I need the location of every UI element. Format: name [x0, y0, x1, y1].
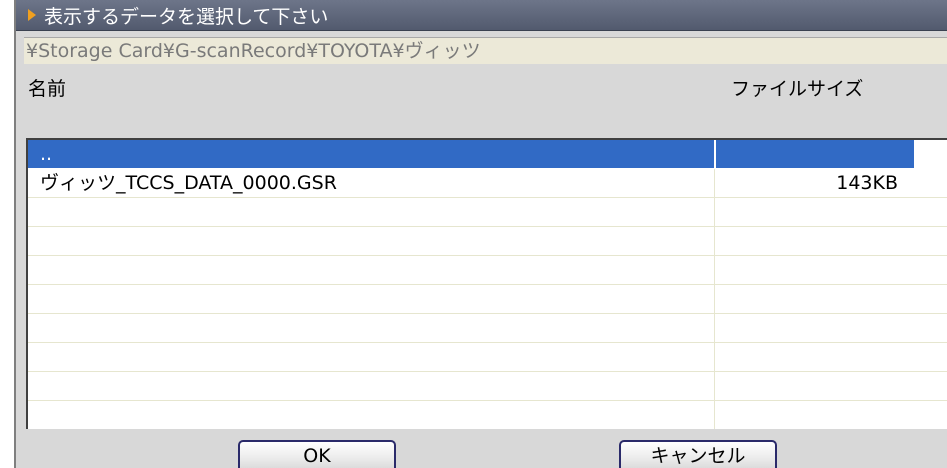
dialog-title: 表示するデータを選択して下さい — [44, 5, 329, 28]
dialog-title-bar: 表示するデータを選択して下さい — [16, 0, 947, 31]
file-size-cell — [714, 140, 914, 168]
file-size-cell — [714, 314, 914, 342]
file-list-row[interactable] — [28, 198, 947, 227]
column-header-name[interactable]: 名前 — [28, 74, 66, 138]
file-select-dialog: 表示するデータを選択して下さい ¥Storage Card¥G-scanReco… — [14, 0, 947, 468]
file-name-cell — [28, 314, 714, 342]
column-header-size[interactable]: ファイルサイズ — [731, 74, 863, 138]
ok-button[interactable]: OK — [238, 440, 396, 468]
file-list-row[interactable] — [28, 285, 947, 314]
file-size-cell — [714, 227, 914, 255]
file-size-cell — [714, 372, 914, 400]
file-size-cell — [714, 401, 914, 429]
file-list-row[interactable] — [28, 401, 947, 429]
file-size-cell — [714, 198, 914, 226]
file-name-cell: .. — [28, 140, 714, 168]
file-name-cell: ヴィッツ_TCCS_DATA_0000.GSR — [40, 172, 337, 194]
play-arrow-icon — [28, 9, 36, 21]
file-list-row[interactable] — [28, 343, 947, 372]
file-list-row[interactable]: ヴィッツ_TCCS_DATA_0000.GSR 143KB — [28, 169, 947, 198]
file-size-cell — [714, 285, 914, 313]
file-name-cell — [28, 372, 714, 400]
file-name-cell — [28, 198, 714, 226]
file-list-row[interactable] — [28, 256, 947, 285]
file-list-row[interactable] — [28, 314, 947, 343]
file-size-cell: 143KB — [714, 169, 914, 197]
file-name-cell — [28, 285, 714, 313]
file-list-row[interactable]: .. — [28, 140, 947, 169]
file-name-cell — [28, 227, 714, 255]
current-path-field: ¥Storage Card¥G-scanRecord¥TOYOTA¥ヴィッツ — [24, 37, 947, 64]
file-name-cell — [28, 401, 714, 429]
file-name-cell — [28, 256, 714, 284]
file-list-row[interactable] — [28, 227, 947, 256]
file-list-row[interactable] — [28, 372, 947, 401]
file-size-cell — [714, 256, 914, 284]
file-list[interactable]: .. ヴィッツ_TCCS_DATA_0000.GSR 143KB — [26, 138, 947, 429]
file-name-cell — [28, 343, 714, 371]
file-size-cell — [714, 343, 914, 371]
cancel-button[interactable]: キャンセル — [619, 440, 777, 468]
